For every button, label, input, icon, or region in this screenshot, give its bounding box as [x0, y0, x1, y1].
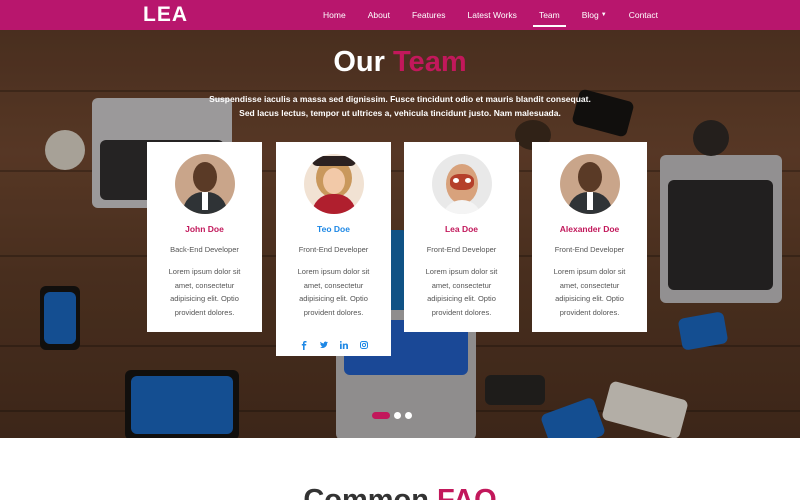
description-line-1: Suspendisse iaculis a massa sed dignissi… — [209, 94, 591, 104]
nav-about[interactable]: About — [368, 0, 390, 30]
social-links — [276, 340, 391, 350]
member-bio: Lorem ipsum dolor sit amet, consectetur … — [553, 267, 626, 317]
member-role: Back-End Developer — [170, 245, 239, 254]
facebook-icon[interactable] — [300, 340, 308, 350]
member-name: Teo Doe — [317, 224, 350, 234]
twitter-icon[interactable] — [319, 341, 328, 349]
avatar — [303, 154, 364, 214]
team-card: Alexander Doe Front-End Developer Lorem … — [532, 142, 647, 332]
caret-down-icon: ▼ — [600, 12, 607, 18]
avatar — [559, 154, 620, 214]
section-description: Suspendisse iaculis a massa sed dignissi… — [200, 92, 600, 120]
team-card: John Doe Back-End Developer Lorem ipsum … — [147, 142, 262, 332]
carousel-dot[interactable] — [372, 412, 390, 419]
nav-latest-works[interactable]: Latest Works — [467, 0, 516, 30]
carousel-dot[interactable] — [405, 412, 412, 419]
section-title-accent: Team — [393, 46, 467, 78]
team-card: Lea Doe Front-End Developer Lorem ipsum … — [404, 142, 519, 332]
section-title: Our Team — [0, 46, 800, 79]
nav-blog-dropdown[interactable]: Blog ▼ — [582, 0, 607, 30]
nav-team[interactable]: Team — [532, 0, 566, 30]
team-card: Teo Doe Front-End Developer Lorem ipsum … — [276, 142, 391, 356]
member-role: Front-End Developer — [426, 245, 497, 254]
member-bio: Lorem ipsum dolor sit amet, consectetur … — [425, 267, 498, 317]
nav-contact[interactable]: Contact — [629, 0, 658, 30]
member-role: Front-End Developer — [298, 245, 369, 254]
team-section: Our Team Suspendisse iaculis a massa sed… — [0, 30, 800, 438]
member-bio: Lorem ipsum dolor sit amet, consectetur … — [168, 267, 241, 317]
navbar: LEA Home About Features Latest Works Tea… — [0, 0, 800, 30]
carousel-dots — [372, 412, 412, 419]
member-bio: Lorem ipsum dolor sit amet, consectetur … — [297, 267, 370, 317]
brand-logo[interactable]: LEA — [143, 3, 188, 27]
faq-title-main: Common — [303, 484, 429, 500]
nav-blog-label: Blog — [581, 10, 599, 20]
description-line-2: Sed lacus lectus, tempor ut ultrices a, … — [239, 108, 561, 118]
carousel-dot[interactable] — [394, 412, 401, 419]
avatar — [431, 154, 492, 214]
linkedin-icon[interactable] — [339, 341, 348, 349]
member-name: Lea Doe — [444, 224, 479, 234]
section-title-main: Our — [333, 46, 385, 78]
member-name: Alexander Doe — [559, 224, 620, 234]
member-name: John Doe — [185, 224, 224, 234]
faq-title: Common FAQ — [0, 484, 800, 500]
faq-title-accent: FAQ — [437, 484, 497, 500]
avatar — [174, 154, 235, 214]
member-role: Front-End Developer — [554, 245, 625, 254]
nav-links: Home About Features Latest Works Team Bl… — [301, 0, 658, 30]
instagram-icon[interactable] — [359, 341, 368, 349]
nav-features[interactable]: Features — [412, 0, 446, 30]
nav-home[interactable]: Home — [323, 0, 346, 30]
